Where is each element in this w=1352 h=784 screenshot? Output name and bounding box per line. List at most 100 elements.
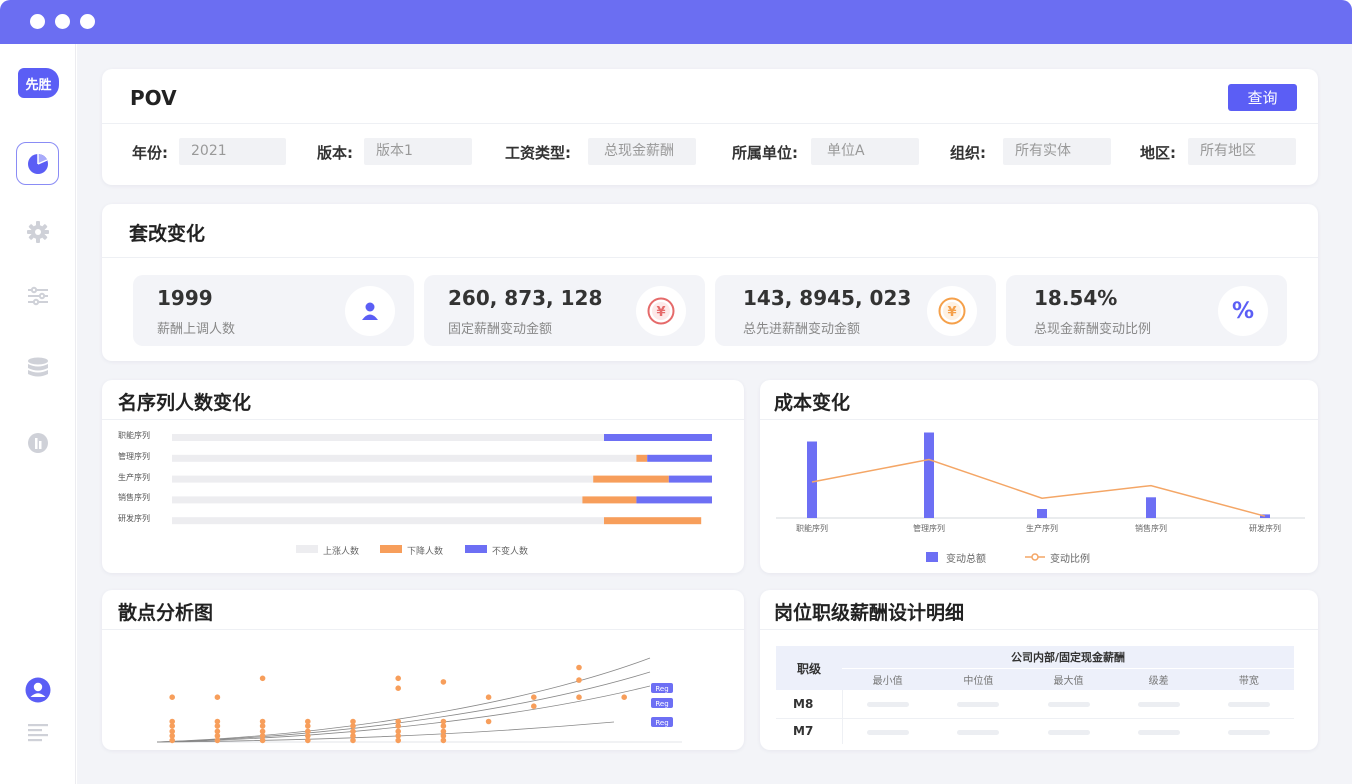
value-cell (1204, 690, 1294, 718)
nav-dashboard[interactable] (16, 142, 59, 185)
window-titlebar (0, 0, 1352, 44)
reg-badge-label: Reg (655, 685, 668, 693)
nav-menu[interactable] (16, 711, 59, 754)
headcount-change-panel: 名序列人数变化 职能序列 管理序列 生产序列 销售序列 研发序列 上涨人数 下降人数 不… (102, 380, 744, 573)
bar-segment (636, 454, 648, 462)
scatter-point (531, 694, 537, 700)
column-header-max: 最大值 (1053, 675, 1084, 687)
scatter-point (214, 737, 221, 744)
nav-filters[interactable] (16, 274, 59, 317)
filter-org-select[interactable]: 所有实体 (1003, 138, 1111, 165)
filter-version-select[interactable]: 版本1 (364, 138, 472, 165)
svg-text:¥: ¥ (656, 305, 665, 320)
stat-label: 固定薪酬变动金额 (448, 322, 553, 337)
pie-chart-icon (27, 153, 48, 174)
scatter-point (305, 737, 311, 744)
scatter-point (350, 723, 356, 729)
scatter-point (214, 723, 221, 729)
legend-label-ratio: 变动比例 (1050, 554, 1090, 565)
value-cell (1114, 690, 1204, 718)
nav-database[interactable] (16, 346, 59, 389)
filter-label-unit: 所属单位: (732, 144, 798, 162)
stat-card-total-pay-change: 143, 8945, 023 总先进薪酬变动金额 ¥ (715, 275, 996, 346)
cost-change-panel: 成本变化 职能序列 管理序列 生产序列 销售序列 研发序列 变动总额 变动比例 (760, 380, 1318, 573)
scatter-point (169, 694, 175, 700)
scatter-point (305, 723, 311, 729)
scatter-point (440, 723, 447, 729)
stat-card-fixed-pay-change: 260, 873, 128 固定薪酬变动金额 ¥ (424, 275, 705, 346)
column-header-min: 最小值 (872, 675, 903, 687)
regression-curve (156, 685, 651, 743)
stat-value: 143, 8945, 023 (743, 286, 912, 310)
legend-swatch-total (926, 552, 938, 562)
scatter-point (576, 664, 582, 671)
svg-text:¥: ¥ (947, 305, 956, 320)
cost-bar (1146, 497, 1156, 518)
filter-label-region: 地区: (1140, 144, 1176, 162)
filter-year-select[interactable]: 2021 (179, 138, 286, 165)
x-tick-label: 管理序列 (913, 523, 945, 533)
stat-label: 总现金薪酬变动比例 (1034, 322, 1152, 337)
filter-unit-select[interactable]: 单位A (811, 138, 919, 165)
scatter-point (485, 718, 492, 725)
scatter-point (440, 737, 447, 744)
query-button[interactable]: 查询 (1228, 84, 1297, 111)
reform-title: 套改变化 (129, 223, 206, 245)
bar-segment (172, 496, 583, 504)
scatter-analysis-panel: 散点分析图 Reg Reg Reg (102, 590, 744, 750)
pov-panel: POV 查询 年份: 2021 版本: 版本1 工资类型: 总现金薪酬 所属单位… (102, 69, 1318, 185)
legend-swatch-same (465, 545, 487, 553)
bar-segment (668, 475, 712, 483)
column-header-median: 中位值 (963, 675, 994, 687)
sidebar: 先胜 (0, 44, 76, 784)
sliders-icon (27, 286, 48, 305)
ratio-line (811, 458, 1266, 517)
scatter-point (395, 737, 402, 744)
bar-segment (604, 517, 702, 525)
divider (760, 629, 1318, 630)
scatter-point (214, 694, 221, 700)
scatter-point (576, 677, 582, 683)
bar-segment (172, 434, 604, 441)
nav-settings[interactable] (16, 210, 59, 253)
nav-user-profile[interactable] (16, 668, 59, 711)
gear-icon (26, 220, 49, 243)
chart-circle-icon (27, 432, 48, 453)
legend-swatch-down (380, 545, 402, 553)
cost-bar (924, 432, 934, 518)
scatter-point (350, 737, 356, 744)
legend-label-same: 不变人数 (492, 547, 529, 557)
bar-segment (647, 454, 712, 462)
scatter-point (169, 723, 175, 729)
stat-value: 18.54% (1034, 286, 1118, 310)
value-cell (1114, 718, 1204, 744)
value-cell (933, 718, 1023, 744)
scatter-point (531, 703, 537, 709)
main-content: POV 查询 年份: 2021 版本: 版本1 工资类型: 总现金薪酬 所属单位… (77, 44, 1352, 784)
scatter-point (169, 737, 175, 744)
scatter-point (395, 723, 402, 729)
filter-salary-type-select[interactable]: 总现金薪酬 (588, 138, 696, 165)
scatter-chart: Reg Reg Reg (156, 657, 682, 744)
filter-label-year: 年份: (132, 144, 168, 162)
window-maximize-button[interactable] (80, 14, 95, 29)
bar-segment (593, 475, 669, 483)
scatter-point (576, 694, 582, 700)
filter-region-select[interactable]: 所有地区 (1188, 138, 1296, 165)
window-minimize-button[interactable] (55, 14, 70, 29)
cost-combo-chart: 职能序列 管理序列 生产序列 销售序列 研发序列 (776, 432, 1305, 533)
nav-analytics[interactable] (16, 421, 59, 464)
x-tick-label: 销售序列 (1135, 523, 1167, 533)
x-tick-label: 职能序列 (796, 523, 828, 533)
filter-label-salary-type: 工资类型: (505, 144, 571, 162)
window-close-button[interactable] (30, 14, 45, 29)
yen-icon: ¥ (636, 286, 686, 336)
scatter-point (395, 685, 402, 691)
table-row: M8 (776, 690, 1294, 718)
yen-icon: ¥ (927, 286, 977, 336)
stat-value: 260, 873, 128 (448, 286, 603, 310)
stat-card-raise-count: 1999 薪酬上调人数 (133, 275, 414, 346)
column-header-row: 最小值 中位值 最大值 级差 带宽 (776, 668, 1294, 690)
bar-segment (636, 496, 712, 504)
reg-badge-label: Reg (655, 719, 668, 727)
